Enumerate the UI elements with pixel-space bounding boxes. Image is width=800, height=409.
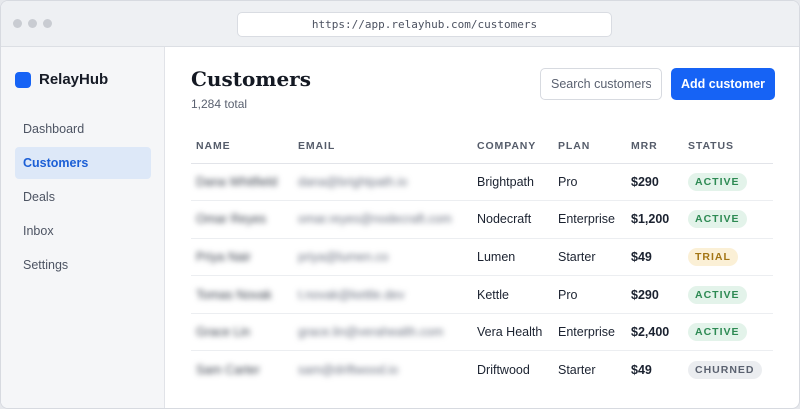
customer-mrr: $49	[631, 363, 652, 378]
column-header-name[interactable]: NAME	[191, 129, 293, 164]
customer-company: Brightpath	[472, 163, 553, 202]
customer-name: Tomas Novak	[191, 275, 293, 314]
table-row[interactable]: Priya Nair priya@lumen.co Lumen Starter …	[191, 238, 773, 277]
customer-name: Grace Lin	[191, 313, 293, 352]
column-header-email[interactable]: EMAIL	[293, 129, 472, 164]
customer-plan: Pro	[553, 163, 626, 202]
table-row[interactable]: Sam Carter sam@driftwood.io Driftwood St…	[191, 351, 773, 389]
column-header-status[interactable]: STATUS	[683, 129, 773, 164]
customer-name: Dana Whitfield	[191, 163, 293, 202]
customer-mrr: $49	[626, 238, 683, 277]
customer-count: 1,284 total	[191, 97, 248, 111]
customer-name: Sam Carter	[196, 363, 260, 378]
sidebar: RelayHub Dashboard Customers Deals Inbox…	[1, 47, 165, 408]
column-header-plan[interactable]: PLAN	[553, 129, 626, 164]
minimize-window-dot[interactable]	[28, 19, 37, 28]
main-content: Customers 1,284 total Add customer NAME …	[165, 47, 799, 408]
customer-mrr: $290	[626, 275, 683, 314]
status-badge: CHURNED	[688, 361, 762, 380]
close-window-dot[interactable]	[13, 19, 22, 28]
brand[interactable]: RelayHub	[15, 71, 108, 88]
customer-plan: Pro	[553, 275, 626, 314]
window-controls	[13, 19, 52, 28]
customer-company: Vera Health	[472, 313, 553, 352]
sidebar-item-customers[interactable]: Customers	[15, 147, 151, 179]
customer-status-cell: ACTIVE	[683, 275, 773, 314]
customer-mrr: $2,400	[626, 313, 683, 352]
search-input[interactable]	[540, 68, 662, 100]
customers-table: NAME EMAIL COMPANY PLAN MRR STATUS Dana …	[191, 129, 773, 389]
status-badge: ACTIVE	[688, 172, 747, 191]
customer-status-cell: TRIAL	[683, 238, 773, 277]
customer-email: grace.lin@verahealth.com	[293, 313, 472, 352]
add-customer-button[interactable]: Add customer	[671, 68, 775, 100]
column-header-company[interactable]: COMPANY	[472, 129, 553, 164]
customer-status-cell: ACTIVE	[683, 200, 773, 239]
table-row[interactable]: Omar Reyes omar.reyes@nodecraft.com Node…	[191, 200, 773, 239]
customer-mrr: $290	[626, 163, 683, 202]
sidebar-item-deals[interactable]: Deals	[15, 181, 151, 213]
page-title: Customers	[191, 67, 311, 91]
sidebar-nav: Dashboard Customers Deals Inbox Settings	[15, 113, 151, 283]
browser-window: https://app.relayhub.com/customers Relay…	[0, 0, 800, 409]
table-row[interactable]: Tomas Novak t.novak@kettle.dev Kettle Pr…	[191, 275, 773, 314]
customer-email: dana@brightpath.io	[293, 163, 472, 202]
browser-chrome: https://app.relayhub.com/customers	[1, 1, 799, 47]
customer-email: priya@lumen.co	[293, 238, 472, 277]
table-header-row: NAME EMAIL COMPANY PLAN MRR STATUS	[191, 129, 773, 164]
status-badge: TRIAL	[688, 247, 738, 266]
sidebar-item-inbox[interactable]: Inbox	[15, 215, 151, 247]
customer-company: Lumen	[472, 238, 553, 277]
customer-status-cell: CHURNED	[683, 351, 773, 389]
customer-name: Priya Nair	[191, 238, 293, 277]
customer-company: Kettle	[472, 275, 553, 314]
status-badge: ACTIVE	[688, 210, 747, 229]
customer-company: Driftwood	[477, 363, 530, 378]
address-bar[interactable]: https://app.relayhub.com/customers	[237, 12, 612, 37]
customer-email: t.novak@kettle.dev	[293, 275, 472, 314]
maximize-window-dot[interactable]	[43, 19, 52, 28]
customer-plan: Starter	[553, 238, 626, 277]
status-badge: ACTIVE	[688, 285, 747, 304]
status-badge: ACTIVE	[688, 323, 747, 342]
customer-status-cell: ACTIVE	[683, 313, 773, 352]
table-row[interactable]: Grace Lin grace.lin@verahealth.com Vera …	[191, 313, 773, 352]
customer-email: omar.reyes@nodecraft.com	[293, 200, 472, 239]
customer-plan: Enterprise	[553, 200, 626, 239]
customer-status-cell: ACTIVE	[683, 163, 773, 202]
column-header-mrr[interactable]: MRR	[626, 129, 683, 164]
relayhub-logo-icon	[15, 71, 31, 88]
sidebar-item-settings[interactable]: Settings	[15, 249, 151, 281]
table-row[interactable]: Dana Whitfield dana@brightpath.io Bright…	[191, 163, 773, 202]
customer-mrr: $1,200	[626, 200, 683, 239]
customer-plan: Starter	[558, 363, 596, 378]
customer-name: Omar Reyes	[191, 200, 293, 239]
customer-email: sam@driftwood.io	[298, 363, 399, 378]
sidebar-item-dashboard[interactable]: Dashboard	[15, 113, 151, 145]
brand-name: RelayHub	[39, 71, 109, 88]
customer-plan: Enterprise	[553, 313, 626, 352]
customer-company: Nodecraft	[472, 200, 553, 239]
